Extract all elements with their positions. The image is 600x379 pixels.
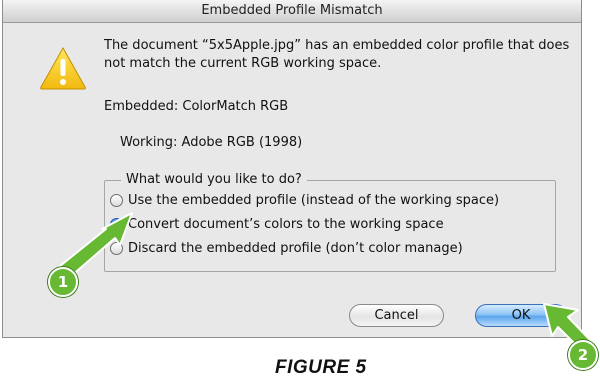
option-convert[interactable]: Convert document’s colors to the working…	[110, 217, 444, 232]
callout-badge-1: 1	[48, 267, 78, 297]
option-use-embedded-label: Use the embedded profile (instead of the…	[128, 193, 500, 208]
figure-caption: FIGURE 5	[275, 357, 367, 378]
working-label: Working:	[120, 135, 178, 150]
working-value: Adobe RGB (1998)	[181, 135, 303, 150]
embedded-value: ColorMatch RGB	[182, 99, 289, 114]
dialog-title: Embedded Profile Mismatch	[3, 0, 581, 23]
embedded-profile-row: Embedded: ColorMatch RGB	[104, 99, 288, 114]
warning-icon	[39, 46, 87, 94]
options-group-label: What would you like to do?	[121, 172, 307, 187]
option-convert-label: Convert document’s colors to the working…	[128, 217, 444, 232]
option-use-embedded[interactable]: Use the embedded profile (instead of the…	[110, 193, 499, 208]
callout-badge-2: 2	[568, 340, 598, 370]
working-profile-row: Working: Adobe RGB (1998)	[120, 135, 302, 150]
option-discard-label: Discard the embedded profile (don’t colo…	[128, 241, 463, 256]
option-discard[interactable]: Discard the embedded profile (don’t colo…	[110, 241, 463, 256]
embedded-label: Embedded:	[104, 99, 179, 114]
options-group: What would you like to do? Use the embed…	[104, 172, 556, 272]
cancel-button[interactable]: Cancel	[349, 304, 444, 327]
dialog-message: The document “5x5Apple.jpg” has an embed…	[104, 38, 570, 71]
